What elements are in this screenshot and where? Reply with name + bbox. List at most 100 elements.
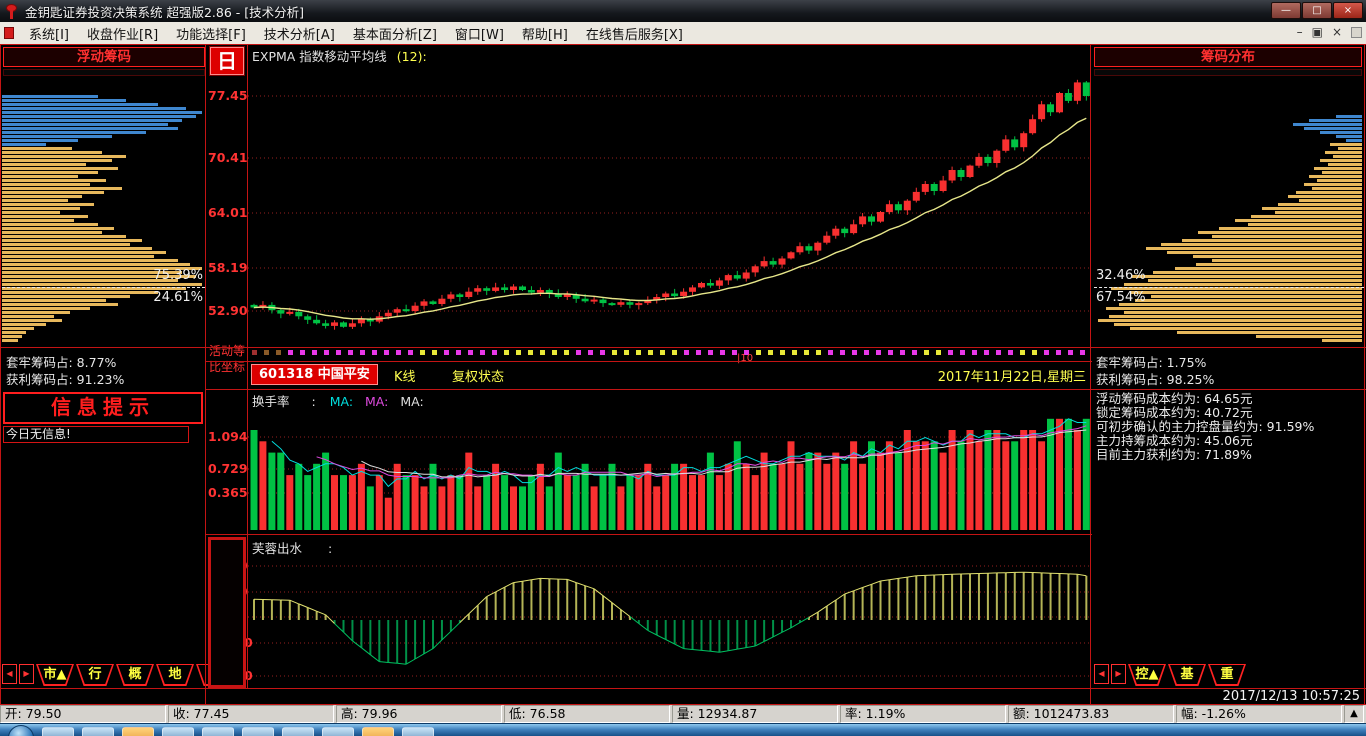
hist-bar (2, 311, 70, 314)
menu-item[interactable]: 窗口[W] (446, 27, 513, 44)
mdi-restore-icon[interactable]: ▣ (1312, 25, 1323, 39)
start-button[interactable] (8, 725, 34, 736)
oscillator-axis-box (208, 537, 246, 688)
signal-dot (1020, 350, 1025, 355)
window-controls: — □ × (1271, 2, 1363, 19)
signal-dot (348, 350, 353, 355)
hist-bar (2, 111, 202, 114)
hist-bar (2, 335, 22, 338)
x-axis-tick: |10 (737, 353, 753, 364)
fuquan-status-button[interactable]: 复权状态 (452, 366, 504, 385)
minimize-button[interactable]: — (1271, 2, 1301, 19)
tab-label: 行 (78, 665, 112, 684)
hist-bar (2, 215, 88, 218)
menu-item[interactable]: 在线售后服务[X] (577, 27, 692, 44)
mdi-close-icon[interactable]: × (1332, 25, 1342, 39)
hist-bar (1182, 239, 1362, 242)
hist-bar (1288, 195, 1362, 198)
hist-bar (2, 315, 54, 318)
hist-bar (1338, 147, 1362, 150)
menu-item[interactable]: 技术分析[A] (255, 27, 344, 44)
status-field: 幅: -1.26% (1176, 705, 1342, 723)
menu-corner-icon[interactable] (1351, 27, 1362, 38)
hist-bar (2, 255, 154, 258)
candlestick-chart[interactable] (248, 45, 1090, 348)
signal-dot-strip (252, 349, 1088, 358)
taskbar-icon[interactable] (202, 727, 234, 736)
status-field: 收: 77.45 (168, 705, 334, 723)
turnover-axis-label: 0.365 (208, 485, 242, 500)
taskbar-icon[interactable] (402, 727, 434, 736)
hist-bar (2, 219, 74, 222)
right-pct-below: 67.54% (1096, 290, 1146, 305)
signal-dot (696, 350, 701, 355)
signal-dot (324, 350, 329, 355)
divider-line (205, 534, 1092, 535)
menu-item[interactable]: 帮助[H] (513, 27, 577, 44)
hist-bar (2, 179, 106, 182)
signal-dot (672, 350, 677, 355)
hist-bar (2, 123, 168, 126)
tab-概[interactable]: 概 (116, 664, 154, 686)
tab-重[interactable]: 重 (1208, 664, 1246, 686)
mdi-window-controls: – ▣ × (1297, 25, 1362, 39)
hist-bar (2, 151, 102, 154)
hist-bar (2, 235, 126, 238)
taskbar-icon[interactable] (362, 727, 394, 736)
signal-dot (1068, 350, 1073, 355)
tab-市[interactable]: 市▲ (36, 664, 74, 686)
chip-distribution-histogram (1094, 93, 1364, 349)
menu-item[interactable]: 功能选择[F] (167, 27, 255, 44)
menu-item[interactable]: 收盘作业[R] (78, 27, 167, 44)
hist-bar (2, 135, 112, 138)
signal-dot (588, 350, 593, 355)
right-profit-chips: 获利筹码占: 98.25% (1096, 369, 1214, 388)
left-cost-dash-line (2, 287, 205, 288)
taskbar-icon[interactable] (42, 727, 74, 736)
tab-label: 基 (1170, 665, 1204, 684)
signal-dot (912, 350, 917, 355)
taskbar-icon[interactable] (282, 727, 314, 736)
tab-scroll-right-button[interactable]: ▶ (1111, 664, 1126, 684)
hist-bar (1248, 223, 1362, 226)
taskbar-icon[interactable] (162, 727, 194, 736)
taskbar-icon[interactable] (242, 727, 274, 736)
hist-bar (2, 147, 72, 150)
kline-button[interactable]: K线 (394, 366, 416, 385)
menu-item[interactable]: 基本面分析[Z] (344, 27, 446, 44)
taskbar-icon[interactable] (82, 727, 114, 736)
oscillator-chart[interactable] (248, 536, 1090, 688)
menu-item[interactable]: 系统[I] (20, 27, 78, 44)
signal-dot (972, 350, 977, 355)
tab-scroll-left-button[interactable]: ◀ (1094, 664, 1109, 684)
signal-dot (372, 350, 377, 355)
price-axis-label: 70.41 (208, 150, 242, 165)
tab-控[interactable]: 控▲ (1128, 664, 1166, 686)
signal-dot (960, 350, 965, 355)
hist-bar (1212, 235, 1362, 238)
signal-dot (612, 350, 617, 355)
mdi-minimize-icon[interactable]: – (1297, 25, 1303, 39)
signal-dot (720, 350, 725, 355)
status-field: 开: 79.50 (0, 705, 166, 723)
status-up-arrow[interactable]: ▲ (1344, 705, 1364, 723)
signal-dot (528, 350, 533, 355)
signal-dot (396, 350, 401, 355)
taskbar-icon[interactable] (122, 727, 154, 736)
tab-地[interactable]: 地 (156, 664, 194, 686)
tab-基[interactable]: 基 (1168, 664, 1206, 686)
turnover-chart[interactable] (248, 390, 1090, 534)
symbol-label[interactable]: 601318 中国平安 (251, 364, 378, 385)
hist-bar (1151, 295, 1362, 298)
tab-scroll-right-button[interactable]: ▶ (19, 664, 34, 684)
hist-bar (2, 155, 126, 158)
taskbar-icon[interactable] (322, 727, 354, 736)
close-button[interactable]: × (1333, 2, 1363, 19)
tab-scroll-left-button[interactable]: ◀ (2, 664, 17, 684)
tab-行[interactable]: 行 (76, 664, 114, 686)
maximize-button[interactable]: □ (1302, 2, 1332, 19)
signal-dot (996, 350, 1001, 355)
hist-bar (2, 263, 190, 266)
signal-dot (600, 350, 605, 355)
signal-dot (576, 350, 581, 355)
